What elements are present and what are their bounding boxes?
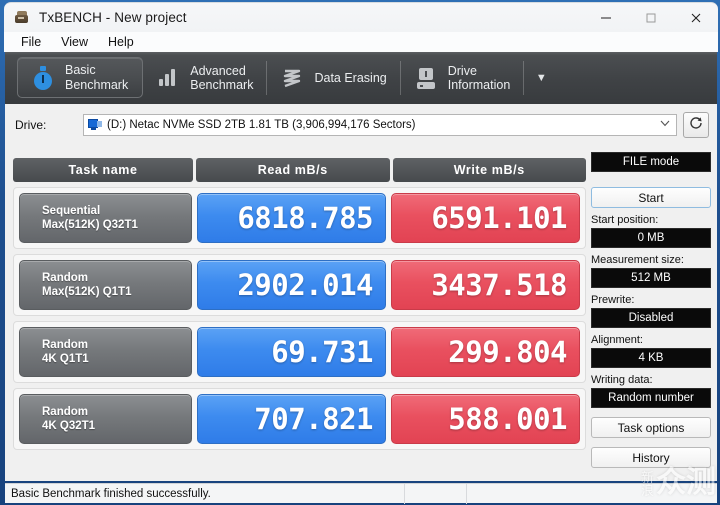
write-value-cell: 588.001 <box>391 394 580 444</box>
app-window: TxBENCH - New project File View Help Bas… <box>0 0 720 505</box>
menu-bar: File View Help <box>4 32 718 52</box>
write-value-cell: 3437.518 <box>391 260 580 310</box>
file-mode-button[interactable]: FILE mode <box>591 152 711 172</box>
prewrite-label: Prewrite: <box>591 294 635 306</box>
table-row: Random 4K Q32T1 707.821 588.001 <box>13 388 586 450</box>
app-icon <box>14 10 31 26</box>
hard-drive-icon <box>413 65 439 91</box>
task-name-cell[interactable]: Random Max(512K) Q1T1 <box>19 260 192 310</box>
table-row: Random Max(512K) Q1T1 2902.014 3437.518 <box>13 254 586 316</box>
drive-icon <box>88 119 102 131</box>
drive-label: Drive: <box>15 118 47 132</box>
window-controls <box>583 3 718 33</box>
tab-data-erasing[interactable]: Data Erasing <box>267 52 401 104</box>
tab-basic-benchmark-label: Basic Benchmark <box>65 63 129 92</box>
measurement-size-value[interactable]: 512 MB <box>591 268 711 288</box>
write-value-cell: 299.804 <box>391 327 580 377</box>
task-name-label: Random 4K Q1T1 <box>42 339 89 365</box>
drive-select-value: (D:) Netac NVMe SSD 2TB 1.81 TB (3,906,9… <box>107 119 416 131</box>
status-cell-3 <box>467 484 717 504</box>
read-value-cell: 69.731 <box>197 327 386 377</box>
write-value-cell: 6591.101 <box>391 193 580 243</box>
task-name-label: Random Max(512K) Q1T1 <box>42 272 132 298</box>
column-header-read: Read mB/s <box>196 158 390 182</box>
table-body: Sequential Max(512K) Q32T1 6818.785 6591… <box>13 187 586 450</box>
tab-advanced-benchmark[interactable]: Advanced Benchmark <box>143 52 268 104</box>
minimize-button[interactable] <box>583 3 628 33</box>
alignment-label: Alignment: <box>591 334 643 346</box>
task-name-cell[interactable]: Sequential Max(512K) Q32T1 <box>19 193 192 243</box>
status-bar: Basic Benchmark finished successfully. <box>5 483 717 504</box>
maximize-button[interactable] <box>628 3 673 33</box>
drive-selection-row: Drive: (D:) Netac NVMe SSD 2TB 1.81 TB (… <box>5 110 717 140</box>
bar-chart-icon <box>155 65 181 91</box>
status-message: Basic Benchmark finished successfully. <box>5 483 405 504</box>
menu-item-file[interactable]: File <box>12 33 50 51</box>
tab-drive-information-label: Drive Information <box>447 63 511 93</box>
task-name-label: Sequential Max(512K) Q32T1 <box>42 205 138 231</box>
settings-panel: FILE mode Start Start position: 0 MB Mea… <box>591 152 711 468</box>
chevron-down-icon[interactable]: ▼ <box>530 72 552 84</box>
column-header-write: Write mB/s <box>392 158 586 182</box>
task-options-button[interactable]: Task options <box>591 417 711 438</box>
tab-strip: Basic Benchmark Advanced Benchmark Data … <box>5 52 717 104</box>
table-header-row: Task name Read mB/s Write mB/s <box>13 158 586 182</box>
read-value-cell: 2902.014 <box>197 260 386 310</box>
start-button[interactable]: Start <box>591 187 711 208</box>
start-position-label: Start position: <box>591 214 659 226</box>
read-value-cell: 707.821 <box>197 394 386 444</box>
window-title: TxBENCH - New project <box>39 10 187 25</box>
task-name-label: Random 4K Q32T1 <box>42 406 96 432</box>
refresh-button[interactable] <box>683 112 709 138</box>
tab-advanced-benchmark-label: Advanced Benchmark <box>190 63 254 93</box>
table-row: Random 4K Q1T1 69.731 299.804 <box>13 321 586 383</box>
benchmark-results: Task name Read mB/s Write mB/s Sequentia… <box>13 158 586 477</box>
prewrite-value[interactable]: Disabled <box>591 308 711 328</box>
measurement-size-label: Measurement size: <box>591 254 684 266</box>
status-cell-2 <box>405 483 467 504</box>
client-area: Drive: (D:) Netac NVMe SSD 2TB 1.81 TB (… <box>5 104 717 481</box>
tab-drive-information[interactable]: Drive Information <box>401 52 525 104</box>
title-bar: TxBENCH - New project <box>4 2 718 32</box>
alignment-value[interactable]: 4 KB <box>591 348 711 368</box>
read-value-cell: 6818.785 <box>197 193 386 243</box>
start-position-value[interactable]: 0 MB <box>591 228 711 248</box>
refresh-icon <box>688 115 704 136</box>
task-name-cell[interactable]: Random 4K Q32T1 <box>19 394 192 444</box>
stopwatch-icon <box>30 65 56 91</box>
menu-item-help[interactable]: Help <box>99 33 143 51</box>
tab-data-erasing-label: Data Erasing <box>314 70 387 85</box>
history-button[interactable]: History <box>591 447 711 468</box>
close-button[interactable] <box>673 3 718 33</box>
column-header-task-name: Task name <box>13 158 193 182</box>
tab-basic-benchmark[interactable]: Basic Benchmark <box>17 57 144 98</box>
drive-select[interactable]: (D:) Netac NVMe SSD 2TB 1.81 TB (3,906,9… <box>83 114 677 136</box>
menu-item-view[interactable]: View <box>52 33 97 51</box>
writing-data-label: Writing data: <box>591 374 653 386</box>
task-name-cell[interactable]: Random 4K Q1T1 <box>19 327 192 377</box>
chevron-down-icon[interactable] <box>660 119 670 129</box>
writing-data-value[interactable]: Random number <box>591 388 711 408</box>
table-row: Sequential Max(512K) Q32T1 6818.785 6591… <box>13 187 586 249</box>
eraser-icon <box>279 65 305 91</box>
